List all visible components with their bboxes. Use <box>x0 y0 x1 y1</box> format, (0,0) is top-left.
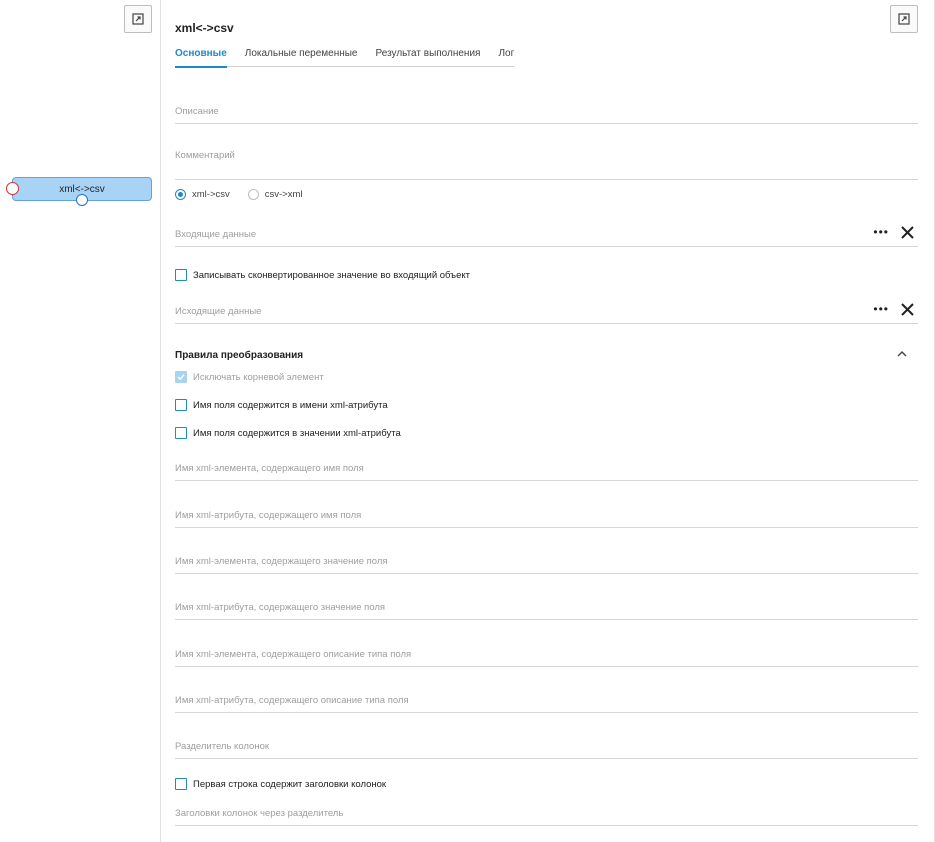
radio-csv-to-xml[interactable] <box>247 189 259 200</box>
expand-icon <box>132 13 144 25</box>
radio-csv-to-xml-label[interactable]: csv->xml <box>265 189 303 200</box>
column-headers-field[interactable]: Заголовки колонок через разделитель <box>175 806 918 826</box>
exclude-root-label: Исключать корневой элемент <box>193 371 324 383</box>
tab-log[interactable]: Лог <box>498 48 514 67</box>
field-attribute-type-placeholder: Имя xml-атрибута, содержащего описание т… <box>175 695 409 706</box>
name-in-attr-value-label: Имя поля содержится в значении xml-атриб… <box>193 427 401 439</box>
field-attribute-name[interactable]: Имя xml-атрибута, содержащего имя поля <box>175 508 918 528</box>
field-attribute-name-placeholder: Имя xml-атрибута, содержащего имя поля <box>175 510 362 521</box>
chevron-up-icon[interactable] <box>896 349 908 359</box>
expand-icon <box>898 13 910 25</box>
name-in-attr-value-checkbox[interactable] <box>175 427 187 439</box>
first-row-headers-row[interactable]: Первая строка содержит заголовки колонок <box>175 778 386 790</box>
write-back-label: Записывать сконвертированное значение во… <box>193 269 471 281</box>
name-in-attr-name-checkbox[interactable] <box>175 399 187 411</box>
first-row-headers-label: Первая строка содержит заголовки колонок <box>193 778 387 790</box>
canvas-expand-button[interactable] <box>124 5 152 33</box>
comment-field[interactable]: Комментарий <box>175 148 918 180</box>
output-data-field[interactable]: Исходящие данные <box>175 304 918 324</box>
name-in-attr-value-row[interactable]: Имя поля содержится в значении xml-атриб… <box>175 427 401 439</box>
name-in-attr-name-label: Имя поля содержится в имени xml-атрибута <box>193 399 388 411</box>
close-icon[interactable] <box>901 225 914 239</box>
write-back-checkbox-row[interactable]: Записывать сконвертированное значение во… <box>175 269 470 281</box>
field-element-type[interactable]: Имя xml-элемента, содержащего описание т… <box>175 647 918 667</box>
field-attribute-value[interactable]: Имя xml-атрибута, содержащего значение п… <box>175 600 918 620</box>
input-data-actions: ••• <box>873 225 914 239</box>
output-data-actions: ••• <box>873 302 914 316</box>
field-element-name-placeholder: Имя xml-элемента, содержащего имя поля <box>175 463 364 474</box>
field-element-type-placeholder: Имя xml-элемента, содержащего описание т… <box>175 649 412 660</box>
close-icon[interactable] <box>901 302 914 316</box>
direction-radio-group: xml->csv csv->xml <box>175 189 321 200</box>
field-attribute-value-placeholder: Имя xml-атрибута, содержащего значение п… <box>175 602 386 613</box>
rules-section-title: Правила преобразования <box>175 350 304 361</box>
tab-basic[interactable]: Основные <box>175 48 227 68</box>
panel-title: xml<->csv <box>175 21 234 35</box>
properties-panel: xml<->csv Основные Локальные переменные … <box>162 0 935 842</box>
tab-execution-result[interactable]: Результат выполнения <box>376 48 481 67</box>
radio-xml-to-csv[interactable] <box>175 189 186 200</box>
node-output-port[interactable] <box>76 194 88 206</box>
node-input-port[interactable] <box>6 182 19 195</box>
radio-xml-to-csv-label[interactable]: xml->csv <box>192 189 230 200</box>
output-data-placeholder: Исходящие данные <box>175 306 262 317</box>
process-node-label: xml<->csv <box>59 183 105 195</box>
tab-bar: Основные Локальные переменные Результат … <box>175 48 515 68</box>
more-icon[interactable]: ••• <box>873 225 889 239</box>
column-headers-placeholder: Заголовки колонок через разделитель <box>175 808 344 819</box>
field-attribute-type[interactable]: Имя xml-атрибута, содержащего описание т… <box>175 693 918 713</box>
field-element-value-placeholder: Имя xml-элемента, содержащего значение п… <box>175 556 388 567</box>
input-data-field[interactable]: Входящие данные <box>175 227 918 247</box>
comment-placeholder: Комментарий <box>175 150 235 161</box>
exclude-root-checkbox-row: Исключать корневой элемент <box>175 371 324 383</box>
more-icon[interactable]: ••• <box>873 302 889 316</box>
column-separator-placeholder: Разделитель колонок <box>175 741 270 752</box>
check-icon <box>177 374 185 381</box>
field-element-value[interactable]: Имя xml-элемента, содержащего значение п… <box>175 554 918 574</box>
description-placeholder: Описание <box>175 106 219 117</box>
tab-local-variables[interactable]: Локальные переменные <box>245 48 358 67</box>
description-field[interactable]: Описание <box>175 104 918 124</box>
first-row-headers-checkbox[interactable] <box>175 778 187 790</box>
field-element-name[interactable]: Имя xml-элемента, содержащего имя поля <box>175 461 918 481</box>
input-data-placeholder: Входящие данные <box>175 229 257 240</box>
panel-expand-button[interactable] <box>890 5 918 33</box>
diagram-canvas: xml<->csv <box>0 0 161 842</box>
exclude-root-checkbox <box>175 371 187 383</box>
column-separator-field[interactable]: Разделитель колонок <box>175 739 918 759</box>
name-in-attr-name-row[interactable]: Имя поля содержится в имени xml-атрибута <box>175 399 388 411</box>
write-back-checkbox[interactable] <box>175 269 187 281</box>
